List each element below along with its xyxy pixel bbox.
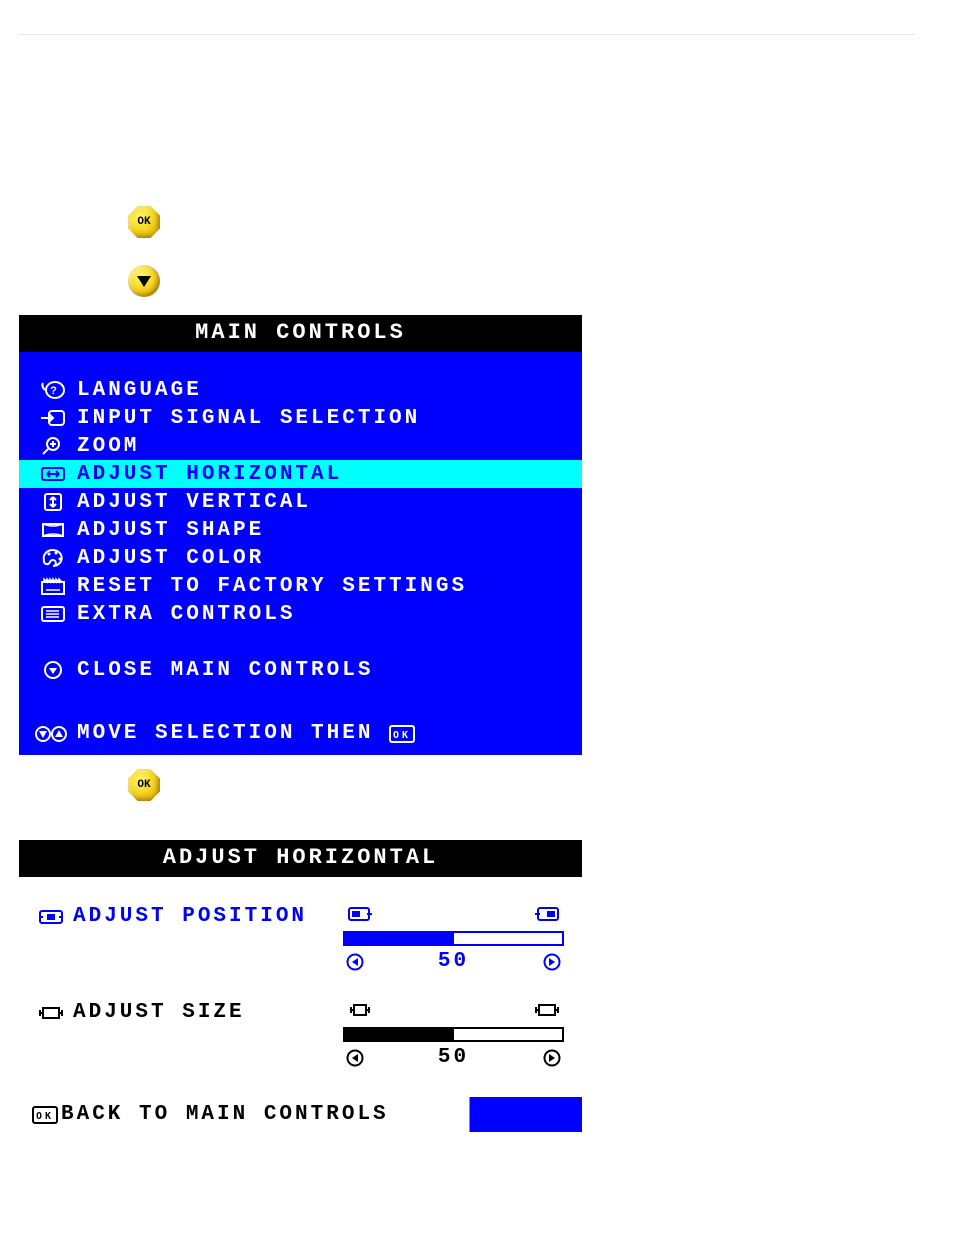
adjust-rows: ADJUST POSITION 50 ADJUST SIZE bbox=[19, 877, 582, 1069]
input-icon bbox=[29, 408, 77, 428]
color-icon bbox=[29, 548, 77, 568]
footer-text: MOVE SELECTION THEN bbox=[77, 722, 373, 745]
menu-items: ? LANGUAGE INPUT SIGNAL SELECTION ZOOM ADJUS… bbox=[19, 352, 582, 708]
arrow-right-icon[interactable] bbox=[543, 953, 561, 971]
panel-title: MAIN CONTROLS bbox=[19, 315, 582, 352]
hsize-icon bbox=[37, 1001, 73, 1023]
updown-ok-icon bbox=[29, 724, 77, 744]
close-main-controls[interactable]: CLOSE MAIN CONTROLS bbox=[19, 656, 582, 684]
vert-icon bbox=[29, 492, 77, 512]
arrow-left-icon[interactable] bbox=[346, 1049, 364, 1067]
menu-item-label: ADJUST VERTICAL bbox=[77, 491, 574, 514]
divider bbox=[19, 34, 915, 35]
adjust-controls: 50 bbox=[343, 905, 564, 973]
menu-item-reset-to-factory-settings[interactable]: RESET TO FACTORY SETTINGS bbox=[19, 572, 582, 600]
progress-bar bbox=[343, 931, 564, 946]
ok-button[interactable]: OK bbox=[128, 206, 160, 238]
down-button[interactable] bbox=[128, 265, 160, 297]
ok-box-icon: OK bbox=[389, 725, 415, 743]
svg-text:OK: OK bbox=[393, 730, 411, 741]
panel-footer[interactable]: OK BACK TO MAIN CONTROLS bbox=[19, 1097, 582, 1132]
main-controls-panel: MAIN CONTROLS ? LANGUAGE INPUT SIGNAL SELE… bbox=[19, 315, 582, 755]
down-triangle-icon bbox=[137, 276, 151, 287]
close-label: CLOSE MAIN CONTROLS bbox=[77, 659, 574, 682]
ok-box-icon: OK bbox=[29, 1106, 61, 1124]
menu-item-label: ADJUST COLOR bbox=[77, 547, 574, 570]
menu-item-adjust-vertical[interactable]: ADJUST VERTICAL bbox=[19, 488, 582, 516]
menu-item-adjust-shape[interactable]: ADJUST SHAPE bbox=[19, 516, 582, 544]
shift-left-icon bbox=[347, 905, 373, 923]
menu-item-adjust-color[interactable]: ADJUST COLOR bbox=[19, 544, 582, 572]
menu-item-extra-controls[interactable]: EXTRA CONTROLS bbox=[19, 600, 582, 628]
panel-title: ADJUST HORIZONTAL bbox=[19, 840, 582, 877]
menu-item-label: RESET TO FACTORY SETTINGS bbox=[77, 575, 574, 598]
menu-item-label: ADJUST HORIZONTAL bbox=[77, 463, 574, 486]
reset-icon bbox=[29, 576, 77, 596]
progress-bar bbox=[343, 1027, 564, 1042]
ok-button[interactable]: OK bbox=[128, 769, 160, 801]
footer-text: BACK TO MAIN CONTROLS bbox=[61, 1103, 389, 1126]
extra-icon bbox=[29, 604, 77, 624]
menu-item-label: ZOOM bbox=[77, 435, 574, 458]
adjust-label: ADJUST POSITION bbox=[73, 905, 343, 928]
zoom-icon bbox=[29, 436, 77, 456]
menu-item-language[interactable]: ? LANGUAGE bbox=[19, 376, 582, 404]
menu-item-input-signal-selection[interactable]: INPUT SIGNAL SELECTION bbox=[19, 404, 582, 432]
panel-footer: MOVE SELECTION THEN OK bbox=[19, 708, 582, 755]
spacer bbox=[19, 628, 582, 656]
hpos-icon bbox=[37, 905, 73, 927]
adjust-horizontal-panel: ADJUST HORIZONTAL ADJUST POSITION 50 ADJ… bbox=[19, 840, 582, 1132]
adjust-value: 50 bbox=[364, 1046, 543, 1069]
menu-item-zoom[interactable]: ZOOM bbox=[19, 432, 582, 460]
horiz-icon bbox=[29, 464, 77, 484]
shape-icon bbox=[29, 520, 77, 540]
shrink-icon bbox=[347, 1001, 373, 1019]
adjust-label: ADJUST SIZE bbox=[73, 1001, 343, 1024]
arrow-left-icon[interactable] bbox=[346, 953, 364, 971]
close-icon bbox=[29, 660, 77, 680]
menu-item-label: INPUT SIGNAL SELECTION bbox=[77, 407, 574, 430]
adjust-value: 50 bbox=[364, 950, 543, 973]
grow-icon bbox=[534, 1001, 560, 1019]
menu-item-label: LANGUAGE bbox=[77, 379, 574, 402]
adjust-row-adjust-size[interactable]: ADJUST SIZE 50 bbox=[37, 1001, 564, 1069]
svg-text:?: ? bbox=[50, 386, 60, 398]
svg-text:OK: OK bbox=[36, 1111, 54, 1122]
menu-item-adjust-horizontal[interactable]: ADJUST HORIZONTAL bbox=[19, 460, 582, 488]
shift-right-icon bbox=[534, 905, 560, 923]
adjust-controls: 50 bbox=[343, 1001, 564, 1069]
language-icon: ? bbox=[29, 380, 77, 400]
menu-item-label: ADJUST SHAPE bbox=[77, 519, 574, 542]
adjust-row-adjust-position[interactable]: ADJUST POSITION 50 bbox=[37, 905, 564, 973]
arrow-right-icon[interactable] bbox=[543, 1049, 561, 1067]
menu-item-label: EXTRA CONTROLS bbox=[77, 603, 574, 626]
